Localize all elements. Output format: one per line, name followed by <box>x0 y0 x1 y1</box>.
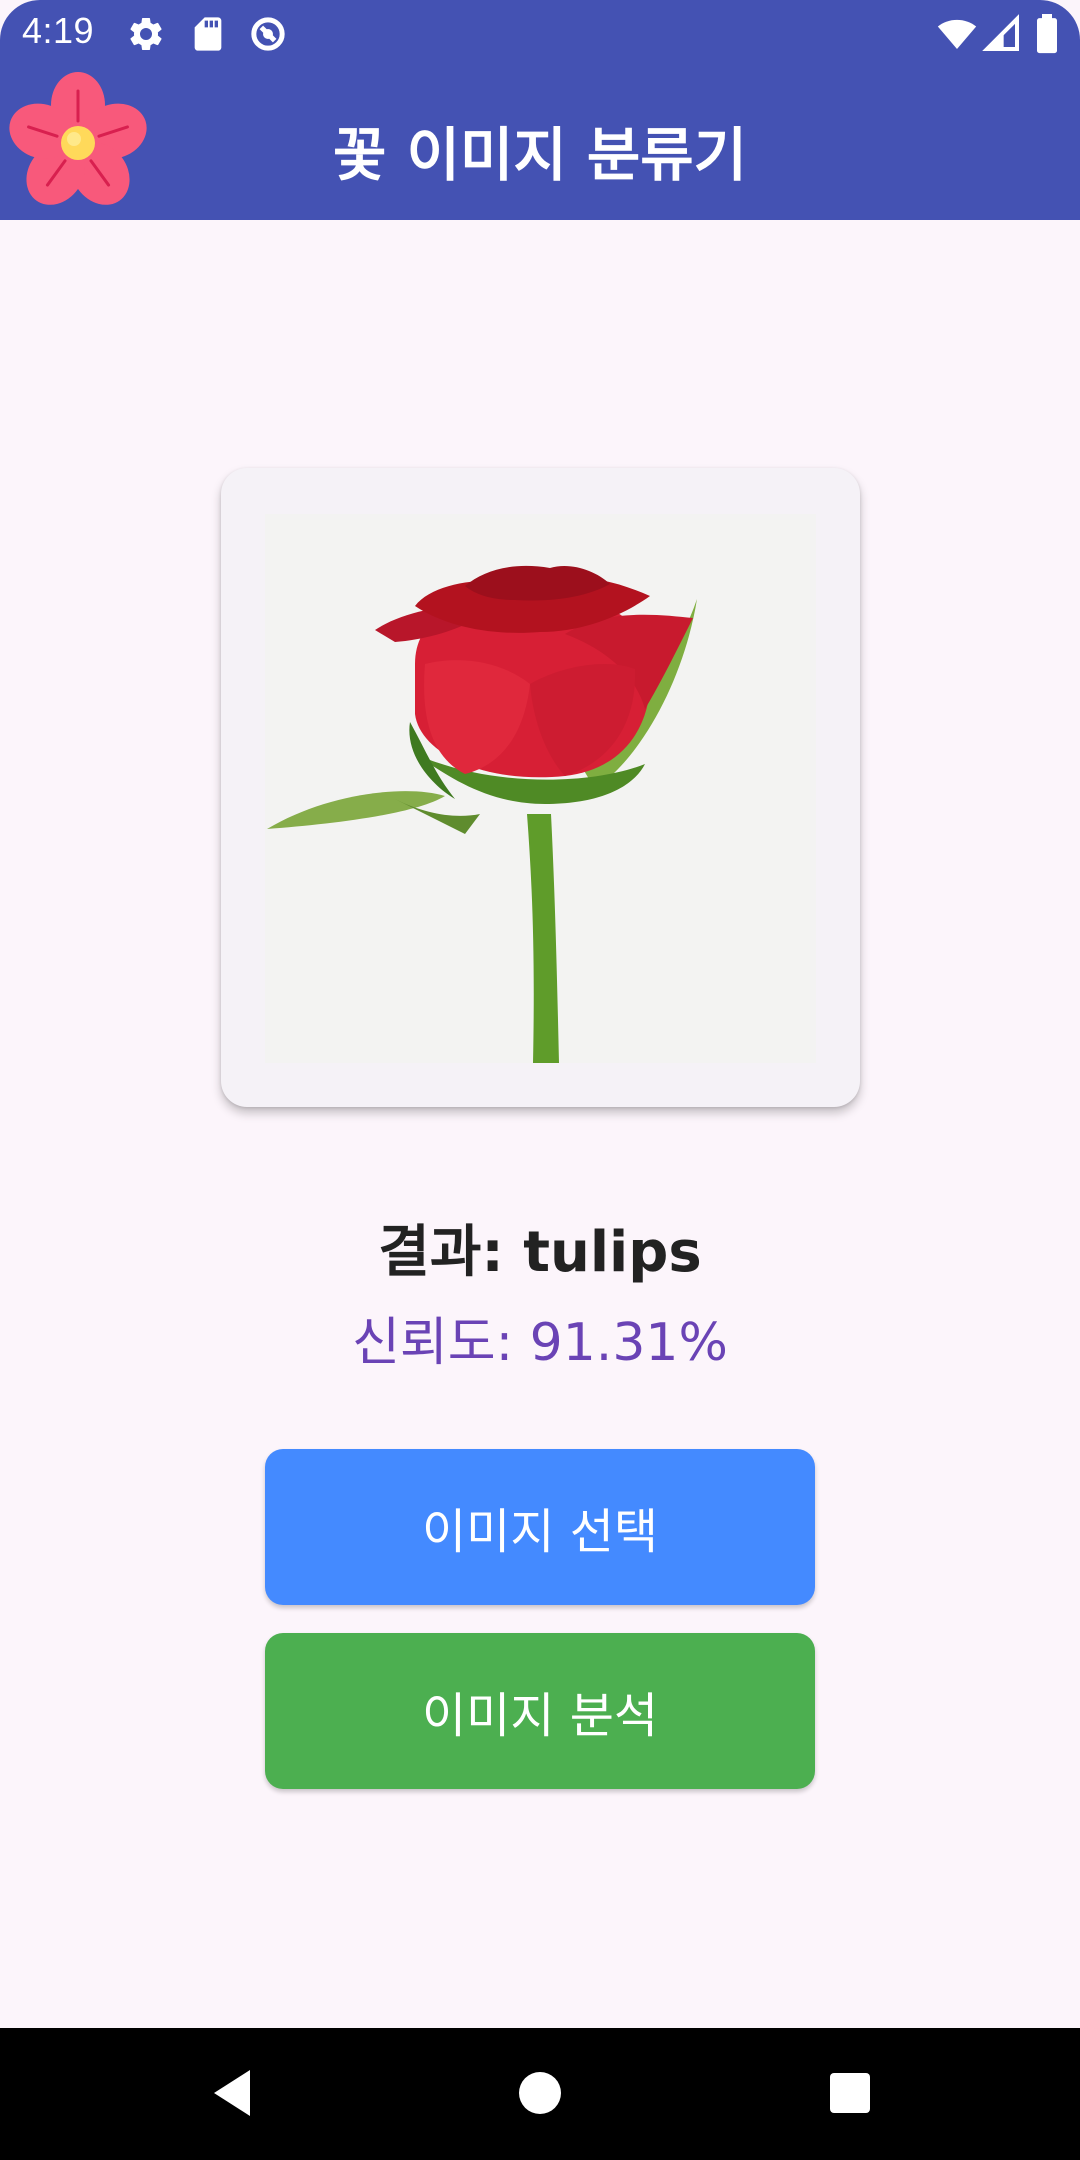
image-card[interactable] <box>221 468 860 1107</box>
result-label: 결과: tulips <box>378 1220 702 1285</box>
battery-icon <box>1030 14 1064 54</box>
select-image-button[interactable]: 이미지 선택 <box>265 1449 815 1605</box>
confidence-label: 신뢰도: 91.31% <box>352 1313 728 1373</box>
app-bar: 꽃 이미지 분류기 <box>0 66 1080 220</box>
red-rose-photo <box>265 514 816 1063</box>
wifi-icon <box>934 14 980 54</box>
back-icon[interactable] <box>200 2058 270 2128</box>
top-bar: 4:19 꽃 이미지 분류기 <box>0 0 1080 220</box>
cell-signal-icon <box>982 14 1022 54</box>
sd-card-icon <box>188 14 228 54</box>
data-saver-icon <box>248 14 288 54</box>
navigation-bar <box>0 2028 1080 2160</box>
recents-icon[interactable] <box>815 2058 885 2128</box>
gear-icon <box>126 14 166 54</box>
analyze-image-button[interactable]: 이미지 분석 <box>265 1633 815 1789</box>
status-bar: 4:19 <box>0 0 1080 66</box>
status-time: 4:19 <box>22 10 95 51</box>
app-title: 꽃 이미지 분류기 <box>333 121 747 189</box>
home-icon[interactable] <box>505 2058 575 2128</box>
